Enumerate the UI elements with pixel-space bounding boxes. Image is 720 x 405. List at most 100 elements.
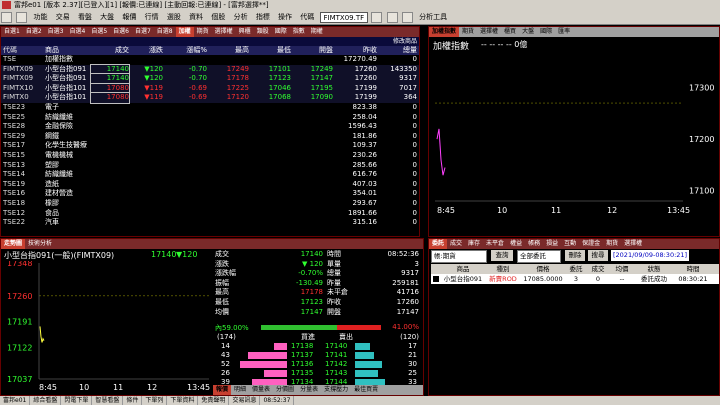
status-item[interactable]: 08:52:37 (260, 396, 295, 405)
status-item[interactable]: 條件 (123, 396, 143, 405)
tab-quote_panel.tabs-1[interactable]: 自選2 (23, 27, 45, 37)
forward-icon[interactable] (16, 11, 28, 23)
menu-item-5[interactable]: 行情 (142, 10, 162, 24)
order-header-cell[interactable]: 委託 (565, 264, 587, 274)
status-item[interactable]: 富邦e01 (0, 396, 31, 405)
header-prev[interactable]: 昨收 (335, 46, 377, 55)
tab-quote_panel.tabs-10[interactable]: 選擇權 (212, 27, 236, 37)
quote-row[interactable]: FIMTX09 小型台指091 17140 ▼120 -0.70 17249 17101 17… (1, 63, 419, 76)
tab-quote_panel.tabs-2[interactable]: 自選3 (45, 27, 67, 37)
status-item[interactable]: 閃電下單 (61, 396, 93, 405)
quote-row[interactable]: TSE 加權指數 17270.49 0 (1, 55, 419, 65)
tab-quote_panel.tabs-12[interactable]: 類股 (254, 27, 272, 37)
tab-index_panel.tabs-6[interactable]: 匯率 (555, 27, 573, 37)
menu-item-11[interactable]: 操作 (275, 10, 295, 24)
tab-detail_panel.bottom_tabs-1[interactable]: 明細 (231, 385, 249, 395)
tab-quote_panel.tabs-15[interactable]: 期權 (308, 27, 326, 37)
quote-row[interactable]: TSE29 鋼鐵 181.86 0 (1, 132, 419, 142)
order-header-cell[interactable]: 狀態 (635, 264, 673, 274)
menu-item-0[interactable]: 功能 (30, 10, 50, 24)
order-row[interactable]: 小型台指091 新賣ROD 17085.0000 3 0 -- 委託成功 08:30:21 (431, 274, 719, 284)
tab-quote_panel.tabs-14[interactable]: 指數 (290, 27, 308, 37)
menu-item-1[interactable]: 交易 (53, 10, 73, 24)
quote-row[interactable]: TSE12 食品 1891.66 0 (1, 209, 419, 219)
quote-row[interactable]: FIMTX0 小型台指101 17080 ▼119 -0.69 17120 17068 170… (1, 92, 419, 104)
order-header-cell[interactable]: 種別 (485, 264, 521, 274)
status-item[interactable]: 下單資料 (167, 396, 199, 405)
tab-index_panel.tabs-4[interactable]: 大盤 (519, 27, 537, 37)
quote-row[interactable]: FIMTX10 小型台指101 17080 ▼119 -0.69 17225 17046 17… (1, 82, 419, 95)
menu-item-9[interactable]: 分析 (231, 10, 251, 24)
tab-index_panel.tabs-5[interactable]: 國際 (537, 27, 555, 37)
order-header-cell[interactable]: 商品 (441, 264, 485, 274)
tab-order_panel.tabs-2[interactable]: 庫存 (465, 239, 483, 249)
tab-detail_panel.bottom_tabs-4[interactable]: 分量表 (297, 385, 321, 395)
tab-detail_panel.tabs-0[interactable]: 走勢圖 (1, 239, 26, 249)
header-change[interactable]: 漲跌 (129, 46, 163, 55)
tab-quote_panel.tabs-0[interactable]: 自選1 (1, 27, 23, 37)
menu-item-3[interactable]: 大盤 (97, 10, 117, 24)
tab-index_panel.tabs-2[interactable]: 選擇權 (477, 27, 501, 37)
quote-row[interactable]: TSE15 電機機械 230.26 0 (1, 151, 419, 161)
tab-detail_panel.bottom_tabs-5[interactable]: 支撐壓力 (321, 385, 351, 395)
quote-row[interactable]: TSE18 橡膠 293.67 0 (1, 199, 419, 209)
edit-products-link[interactable]: 修改商品 (361, 37, 417, 46)
tab-detail_panel.bottom_tabs-6[interactable]: 最佳買賣 (351, 385, 381, 395)
tab-order_panel.tabs-7[interactable]: 互動 (561, 239, 579, 249)
quote-row[interactable]: FIMTX09 小型台指091 17140 ▼120 -0.70 17178 17123 17… (1, 73, 419, 85)
header-code[interactable]: 代碼 (3, 46, 17, 55)
search-icon[interactable] (371, 11, 383, 23)
menu-item-2[interactable]: 看盤 (75, 10, 95, 24)
chart-icon[interactable] (386, 11, 398, 23)
tab-order_panel.tabs-1[interactable]: 成交 (447, 239, 465, 249)
tab-quote_panel.tabs-7[interactable]: 自選8 (154, 27, 176, 37)
tab-quote_panel.tabs-5[interactable]: 自選6 (110, 27, 132, 37)
tab-order_panel.tabs-6[interactable]: 損益 (543, 239, 561, 249)
tab-order_panel.tabs-8[interactable]: 保證金 (579, 239, 603, 249)
delete-button[interactable]: 刪除 (565, 250, 585, 261)
quote-row[interactable]: TSE16 建材營造 354.01 0 (1, 189, 419, 199)
menu-item-7[interactable]: 資料 (186, 10, 206, 24)
order-header-cell[interactable]: 時間 (673, 264, 713, 274)
order-header-cell[interactable]: 成交 (587, 264, 609, 274)
quote-row[interactable]: TSE17 化學生技醫療 109.37 0 (1, 141, 419, 151)
tab-index_panel.tabs-1[interactable]: 期貨 (459, 27, 477, 37)
quote-row[interactable]: TSE22 汽車 315.16 0 (1, 218, 419, 228)
analysis-tools-menu[interactable]: 分析工具 (416, 10, 450, 24)
quote-row[interactable]: TSE19 造紙 407.03 0 (1, 180, 419, 190)
header-low[interactable]: 最低 (251, 46, 291, 55)
status-item[interactable]: 綜合看盤 (30, 396, 62, 405)
order-header-cell[interactable]: 均價 (609, 264, 635, 274)
filter-select[interactable]: 全部委託 (517, 250, 561, 263)
tab-order_panel.tabs-0[interactable]: 委託 (429, 239, 448, 249)
header-last[interactable]: 成交 (91, 46, 129, 55)
quote-row[interactable]: TSE25 紡織纖維 258.04 0 (1, 113, 419, 123)
order-header-cell[interactable]: 價格 (521, 264, 565, 274)
refresh-button[interactable]: 搜尋 (588, 250, 608, 261)
tab-detail_panel.tabs-1[interactable]: 技術分析 (25, 239, 55, 249)
account-select[interactable]: 帳:期貨 (431, 250, 487, 263)
tab-order_panel.tabs-4[interactable]: 權益 (507, 239, 525, 249)
tab-index_panel.tabs-3[interactable]: 櫃買 (501, 27, 519, 37)
tab-detail_panel.bottom_tabs-2[interactable]: 價量表 (249, 385, 273, 395)
header-pct[interactable]: 漲幅% (163, 46, 207, 55)
tab-quote_panel.tabs-6[interactable]: 自選7 (132, 27, 154, 37)
status-item[interactable]: 智慧看盤 (92, 396, 124, 405)
header-name[interactable]: 商品 (45, 46, 59, 55)
back-icon[interactable] (1, 11, 12, 23)
tab-quote_panel.tabs-4[interactable]: 自選5 (88, 27, 110, 37)
tab-order_panel.tabs-3[interactable]: 未平倉 (483, 239, 507, 249)
menu-item-4[interactable]: 報價 (119, 10, 139, 24)
tab-quote_panel.tabs-9[interactable]: 期貨 (194, 27, 212, 37)
tab-detail_panel.bottom_tabs-3[interactable]: 分價圖 (273, 385, 297, 395)
quote-row[interactable]: TSE28 金融保險 1596.43 0 (1, 122, 419, 132)
header-open[interactable]: 開盤 (293, 46, 333, 55)
tab-quote_panel.tabs-13[interactable]: 國際 (272, 27, 290, 37)
tab-quote_panel.tabs-8[interactable]: 加權 (175, 27, 194, 37)
header-volume[interactable]: 總量 (379, 46, 417, 55)
tab-detail_panel.bottom_tabs-0[interactable]: 報價 (213, 385, 232, 395)
symbol-input[interactable]: FIMTX09.TF (319, 11, 369, 23)
menu-item-8[interactable]: 個股 (208, 10, 228, 24)
tab-quote_panel.tabs-11[interactable]: 興櫃 (236, 27, 254, 37)
tab-order_panel.tabs-5[interactable]: 帳務 (525, 239, 543, 249)
